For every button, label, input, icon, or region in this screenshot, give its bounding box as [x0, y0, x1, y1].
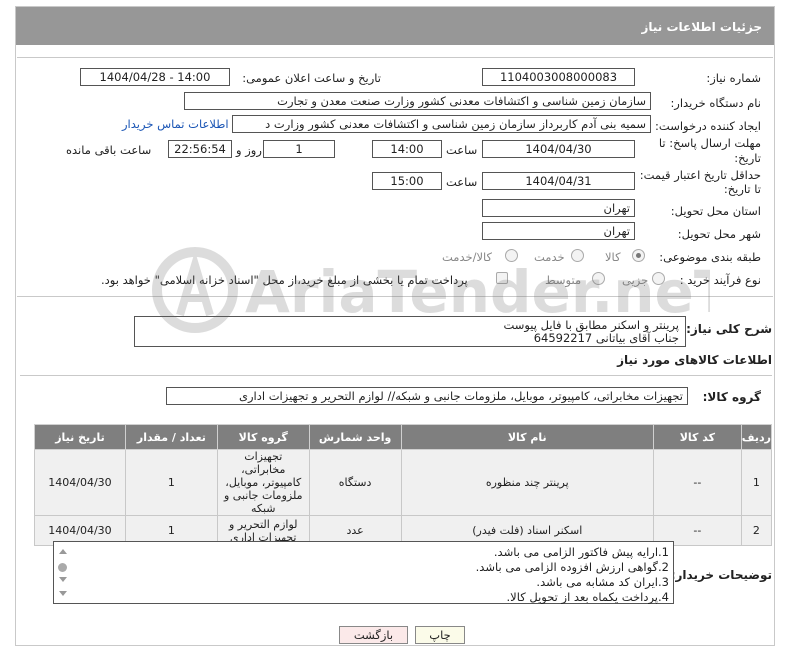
process-radio-medium[interactable] [592, 272, 605, 285]
items-table: ردیف کد کالا نام کالا واحد شمارش گروه کا… [34, 424, 773, 546]
col-header-name: نام کالا [400, 424, 654, 450]
buyer-org-label: نام دستگاه خریدار: [670, 96, 761, 110]
days-label: روز و [236, 143, 262, 157]
reply-deadline-label-2: تاریخ: [734, 151, 761, 165]
scroll-thumb[interactable] [58, 563, 67, 572]
page-title: جزئیات اطلاعات نیاز [16, 7, 774, 45]
buyer-notes-label: توضیحات خریدار: [670, 568, 772, 582]
process-radio-small[interactable] [652, 272, 665, 285]
process-option-medium: متوسط [545, 273, 582, 287]
cell-row: 2 [740, 515, 773, 546]
cell-unit: دستگاه [308, 449, 402, 516]
city-label: شهر محل تحویل: [677, 227, 761, 241]
description-box[interactable]: پرینتر و اسکنر مطابق با فایل پیوست جناب … [134, 316, 686, 347]
note-line-2: 2.گواهی ارزش افزوده الزامی می باشد. [475, 560, 669, 574]
price-validity-label: حداقل تاریخ اعتبار قیمت: [639, 168, 761, 182]
buyer-contact-link[interactable]: اطلاعات تماس خریدار [122, 117, 229, 131]
province-field[interactable]: تهران [482, 199, 635, 217]
table-row[interactable]: 1 -- پرینتر چند منظوره دستگاه تجهیزات مخ… [34, 449, 773, 516]
col-header-code: کد کالا [652, 424, 742, 450]
buyer-notes-box[interactable]: 1.ارایه پیش فاکتور الزامی می باشد. 2.گوا… [53, 541, 674, 604]
need-number-label: شماره نیاز: [706, 71, 761, 85]
cell-name: پرینتر چند منظوره [400, 449, 654, 516]
cell-qty: 1 [124, 449, 218, 516]
scroll-down-icon[interactable] [59, 577, 67, 582]
creator-field[interactable]: سمیه بنی آدم کاربرداز سازمان زمین شناسی … [232, 115, 651, 133]
category-radio-both[interactable] [505, 249, 518, 262]
col-header-date: تاریخ نیاز [34, 424, 126, 450]
province-label: استان محل تحویل: [670, 204, 761, 218]
reply-time-field[interactable]: 14:00 [372, 140, 442, 158]
goods-section-title: اطلاعات کالاهای مورد نیاز [617, 353, 772, 367]
goods-group-label: گروه کالا: [702, 390, 761, 404]
treasury-payment-checkbox[interactable] [496, 272, 508, 284]
reply-date-field[interactable]: 1404/04/30 [482, 140, 635, 158]
col-header-qty: تعداد / مقدار [124, 424, 218, 450]
note-line-1: 1.ارایه پیش فاکتور الزامی می باشد. [493, 545, 669, 559]
description-line-2: جناب آقای بیاتانی 64592217 [533, 331, 679, 345]
col-header-row: ردیف [740, 424, 773, 450]
cell-code: -- [652, 449, 742, 516]
price-time-label: ساعت [446, 175, 478, 189]
buyer-org-field[interactable]: سازمان زمین شناسی و اکتشافات معدنی کشور … [184, 92, 651, 110]
buyer-notes-text: 1.ارایه پیش فاکتور الزامی می باشد. 2.گوا… [476, 545, 669, 605]
category-option-goods: کالا [605, 250, 621, 264]
goods-group-field[interactable]: تجهیزات مخابراتی، کامپیوتر، موبایل، ملزو… [166, 387, 688, 405]
description-label: شرح کلی نیاز: [686, 322, 772, 336]
scroll-up-icon[interactable] [59, 549, 67, 554]
category-radio-service[interactable] [571, 249, 584, 262]
category-label: طبقه بندی موضوعی: [659, 250, 761, 264]
category-option-service: خدمت [534, 250, 565, 264]
remaining-time-field[interactable]: 22:56:54 [168, 140, 232, 158]
section-divider [20, 375, 772, 376]
table-header-row: ردیف کد کالا نام کالا واحد شمارش گروه کا… [34, 424, 773, 450]
reply-deadline-label: مهلت ارسال پاسخ: تا [658, 136, 761, 150]
process-option-small: جزیی [622, 273, 649, 287]
cell-group: تجهیزات مخابراتی، کامپیوتر، موبایل، ملزو… [216, 449, 310, 516]
cell-row: 1 [740, 449, 773, 516]
col-header-group: گروه کالا [216, 424, 310, 450]
payment-note: پرداخت تمام یا بخشی از مبلغ خرید،از محل … [101, 273, 468, 287]
col-header-unit: واحد شمارش [308, 424, 402, 450]
note-line-3: 3.ایران کد مشابه می باشد. [536, 575, 669, 589]
price-date-field[interactable]: 1404/04/31 [482, 172, 635, 190]
price-time-field[interactable]: 15:00 [372, 172, 442, 190]
announce-label: تاریخ و ساعت اعلان عمومی: [242, 71, 381, 85]
print-button[interactable]: چاپ [415, 626, 465, 644]
days-field[interactable]: 1 [263, 140, 335, 158]
need-number-field[interactable]: 1104003008000083 [482, 68, 635, 86]
announce-date-field[interactable]: 1404/04/28 - 14:00 [80, 68, 230, 86]
reply-time-label: ساعت [446, 143, 478, 157]
back-button[interactable]: بازگشت [339, 626, 408, 644]
remaining-label: ساعت باقی مانده [66, 143, 152, 157]
note-line-4: 4.پرداخت یکماه بعد از تحویل کالا. [506, 590, 669, 604]
scroll-down-end-icon[interactable] [59, 591, 67, 596]
category-radio-goods[interactable] [632, 249, 645, 262]
price-validity-label-2: تا تاریخ: [723, 182, 761, 196]
creator-label: ایجاد کننده درخواست: [655, 119, 761, 133]
category-option-both: کالا/خدمت [442, 250, 493, 264]
cell-date: 1404/04/30 [34, 449, 126, 516]
process-label: نوع فرآیند خرید : [679, 273, 761, 287]
city-field[interactable]: تهران [482, 222, 635, 240]
